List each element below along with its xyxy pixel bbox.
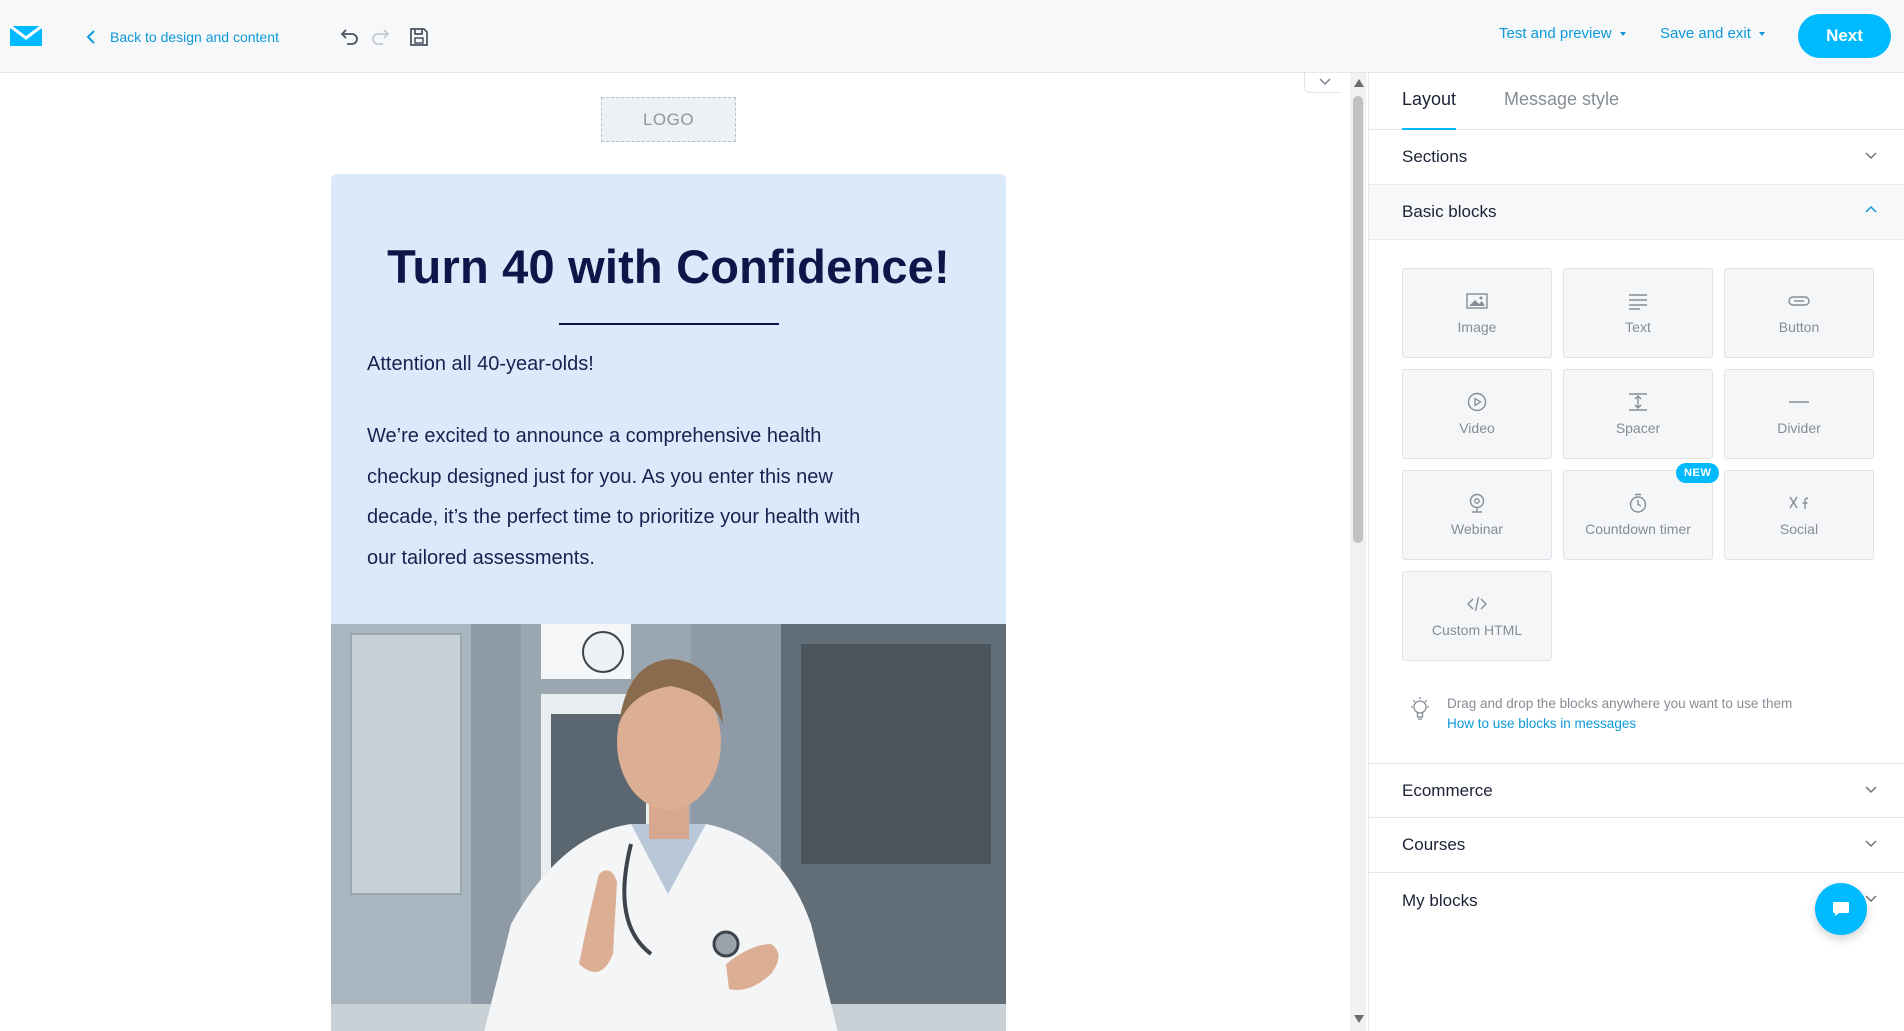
test-and-preview-menu[interactable]: Test and preview [1499, 25, 1626, 42]
email-paragraph[interactable]: We’re excited to announce a comprehensiv… [367, 416, 967, 578]
editor-side-panel: Layout Message style Sections Basic bloc… [1368, 73, 1904, 1031]
button-icon [1788, 296, 1810, 306]
undo-button[interactable] [334, 22, 364, 52]
accordion-courses[interactable]: Courses [1369, 818, 1904, 873]
image-icon [1466, 293, 1488, 309]
save-button[interactable] [404, 22, 434, 52]
block-label: Button [1778, 319, 1820, 335]
block-social[interactable]: Social [1724, 470, 1874, 560]
block-label: Webinar [1451, 521, 1503, 537]
accordion-label: Ecommerce [1402, 780, 1493, 800]
tab-layout[interactable]: Layout [1402, 89, 1457, 130]
back-chevron-icon [86, 30, 95, 44]
canvas-scrollbar[interactable] [1350, 73, 1366, 1031]
save-icon [410, 28, 428, 46]
email-doctor-photo[interactable] [331, 624, 1006, 1031]
block-label: Image [1457, 319, 1497, 335]
logo-placeholder[interactable]: LOGO [601, 97, 736, 142]
scroll-down-arrow-icon[interactable] [1354, 1015, 1364, 1023]
chevron-down-icon [1865, 840, 1877, 848]
block-image[interactable]: Image [1402, 268, 1552, 358]
divider-icon [1789, 401, 1809, 403]
caret-down-icon [1758, 31, 1765, 36]
chevron-down-icon [1865, 786, 1877, 794]
email-title[interactable]: Turn 40 with Confidence! [331, 239, 1006, 294]
chat-support-button[interactable] [1815, 883, 1867, 935]
new-badge: NEW [1676, 463, 1720, 483]
accordion-ecommerce[interactable]: Ecommerce [1369, 763, 1904, 818]
email-divider [559, 323, 779, 325]
brand-mail-logo-icon[interactable] [9, 24, 43, 48]
top-bar: Back to design and content Test and prev… [0, 0, 1904, 73]
email-hero-section[interactable]: Turn 40 with Confidence! Attention all 4… [331, 174, 1006, 624]
message-canvas: LOGO Turn 40 with Confidence! Attention … [0, 73, 1340, 1031]
social-icon [1789, 496, 1809, 509]
redo-button[interactable] [366, 22, 396, 52]
email-paragraph-line: We’re excited to announce a comprehensiv… [367, 425, 822, 447]
block-webinar[interactable]: Webinar [1402, 470, 1552, 560]
block-divider[interactable]: Divider [1724, 369, 1874, 459]
timer-icon [1629, 493, 1647, 513]
block-button[interactable]: Button [1724, 268, 1874, 358]
accordion-label: Basic blocks [1402, 202, 1497, 221]
block-label: Social [1779, 521, 1819, 537]
test-and-preview-label: Test and preview [1499, 25, 1612, 42]
scrollbar-thumb[interactable] [1353, 96, 1363, 543]
redo-icon [372, 29, 390, 45]
code-icon [1467, 596, 1487, 612]
accordion-label: Courses [1402, 835, 1466, 854]
block-label: Divider [1777, 420, 1821, 436]
email-editor: Back to design and content Test and prev… [0, 0, 1904, 1031]
collapse-toolbar-button[interactable] [1304, 73, 1340, 93]
block-spacer[interactable]: Spacer [1563, 369, 1713, 459]
email-paragraph-line: checkup designed just for you. As you en… [367, 465, 833, 488]
email-paragraph-line: decade, it’s the perfect time to priorit… [367, 506, 861, 528]
next-button[interactable]: Next [1798, 14, 1891, 58]
hint-text: Drag and drop the blocks anywhere you wa… [1447, 696, 1793, 711]
save-and-exit-label: Save and exit [1660, 25, 1751, 42]
block-custom-html[interactable]: Custom HTML [1402, 571, 1552, 661]
chat-bubble-icon [1833, 902, 1849, 916]
accordion-label: My blocks [1402, 890, 1478, 910]
chevron-down-icon [1865, 152, 1877, 160]
email-content-block[interactable]: Turn 40 with Confidence! Attention all 4… [331, 174, 1006, 1031]
block-label: Video [1459, 420, 1495, 436]
save-and-exit-menu[interactable]: Save and exit [1660, 25, 1765, 42]
lightbulb-icon [1411, 697, 1429, 720]
block-label: Text [1625, 319, 1651, 335]
block-countdown-timer[interactable]: Countdown timer [1563, 470, 1713, 560]
tab-message-style[interactable]: Message style [1504, 89, 1619, 128]
panel-tabs: Layout Message style [1369, 73, 1904, 130]
back-link-label: Back to design and content [110, 29, 279, 45]
block-video[interactable]: Video [1402, 369, 1552, 459]
block-label: Custom HTML [1431, 622, 1523, 638]
caret-down-icon [1619, 31, 1626, 36]
undo-icon [340, 29, 358, 45]
scroll-up-arrow-icon[interactable] [1354, 79, 1364, 87]
block-text[interactable]: Text [1563, 268, 1713, 358]
back-to-design-link[interactable]: Back to design and content [86, 26, 279, 48]
chevron-down-icon [1865, 895, 1877, 903]
block-label: Spacer [1615, 420, 1661, 436]
accordion-sections[interactable]: Sections [1369, 130, 1904, 185]
email-paragraph-line: our tailored assessments. [367, 546, 595, 569]
chevron-up-icon [1865, 205, 1877, 213]
webinar-icon [1469, 493, 1485, 513]
video-icon [1467, 392, 1487, 412]
text-icon [1629, 294, 1647, 310]
how-to-use-blocks-link[interactable]: How to use blocks in messages [1447, 714, 1636, 734]
spacer-icon [1629, 393, 1647, 411]
accordion-label: Sections [1402, 147, 1468, 166]
doctor-photo-illustration [331, 624, 1006, 1031]
accordion-basic-blocks[interactable]: Basic blocks [1369, 185, 1904, 240]
chevron-down-icon [1319, 77, 1331, 85]
email-paragraph[interactable]: Attention all 40-year-olds! [367, 344, 967, 385]
block-label: Countdown timer [1585, 521, 1691, 537]
